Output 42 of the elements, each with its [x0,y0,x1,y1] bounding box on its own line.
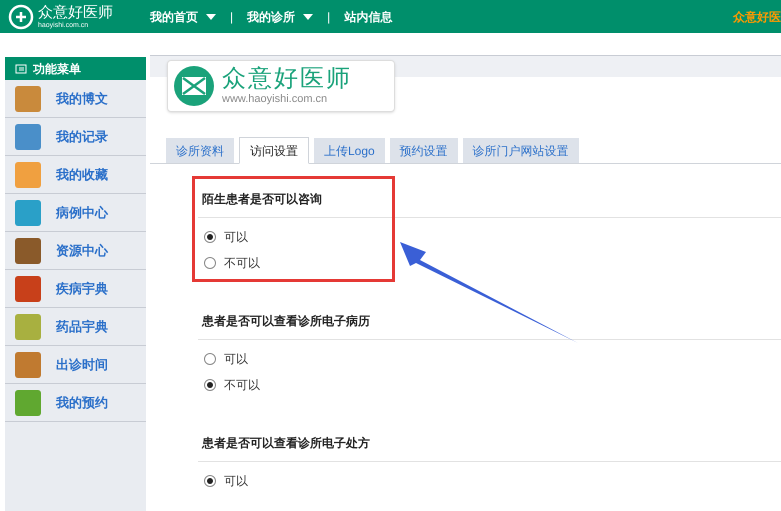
tab[interactable]: 预约设置 [390,138,458,163]
sidebar-item[interactable]: 我的博文 [5,80,146,118]
tab[interactable]: 访问设置 [239,137,309,164]
tab[interactable]: 上传Logo [314,138,385,163]
sidebar-item[interactable]: 资源中心 [5,232,146,270]
menu-icon [15,64,27,74]
radio-option[interactable]: 不可以 [204,250,781,276]
radio-option[interactable]: 可以 [204,468,781,494]
sidebar-item[interactable]: 我的记录 [5,118,146,156]
sidebar-title: 功能菜单 [5,57,146,80]
logo-url: www.haoyishi.com.cn [222,94,328,105]
nav-link[interactable]: 站内信息 [344,8,392,26]
sidebar-item[interactable]: 我的预约 [5,384,146,422]
section-title: 陌生患者是否可以咨询 [198,190,781,218]
tab[interactable]: 诊所资料 [166,138,234,163]
radio-button[interactable] [204,257,216,269]
caret-icon [303,14,314,20]
sidebar-item[interactable]: 病例中心 [5,194,146,232]
radio-button[interactable] [204,379,216,391]
brand-name: 众意好医师 [38,4,113,20]
nav-link[interactable]: 我的首页 [150,8,216,26]
radio-option[interactable]: 不可以 [204,372,781,398]
brand-text: 众意好医 [733,8,781,26]
tab[interactable]: 诊所门户网站设置 [462,138,579,163]
radio-button[interactable] [204,353,216,365]
radio-button[interactable] [204,475,216,487]
radio-option[interactable]: 可以 [204,224,781,250]
sidebar-item[interactable]: 出诊时间 [5,346,146,384]
radio-option[interactable]: 可以 [204,346,781,372]
envelope-logo-icon [172,64,216,108]
nav-separator: | [230,8,234,26]
radio-button[interactable] [204,231,216,243]
section-title: 患者是否可以查看诊所电子病历 [198,312,781,340]
nav-link[interactable]: 我的诊所 [247,8,314,26]
logo-name: 众意好医师 [222,67,352,91]
section-title: 患者是否可以查看诊所电子处方 [198,434,781,462]
sidebar-item[interactable]: 疾病宇典 [5,270,146,308]
caret-icon [206,14,216,20]
logo-icon [8,4,34,30]
sidebar-item[interactable]: 药品宇典 [5,308,146,346]
sidebar-item[interactable]: 我的收藏 [5,156,146,194]
nav-separator: | [327,8,330,26]
